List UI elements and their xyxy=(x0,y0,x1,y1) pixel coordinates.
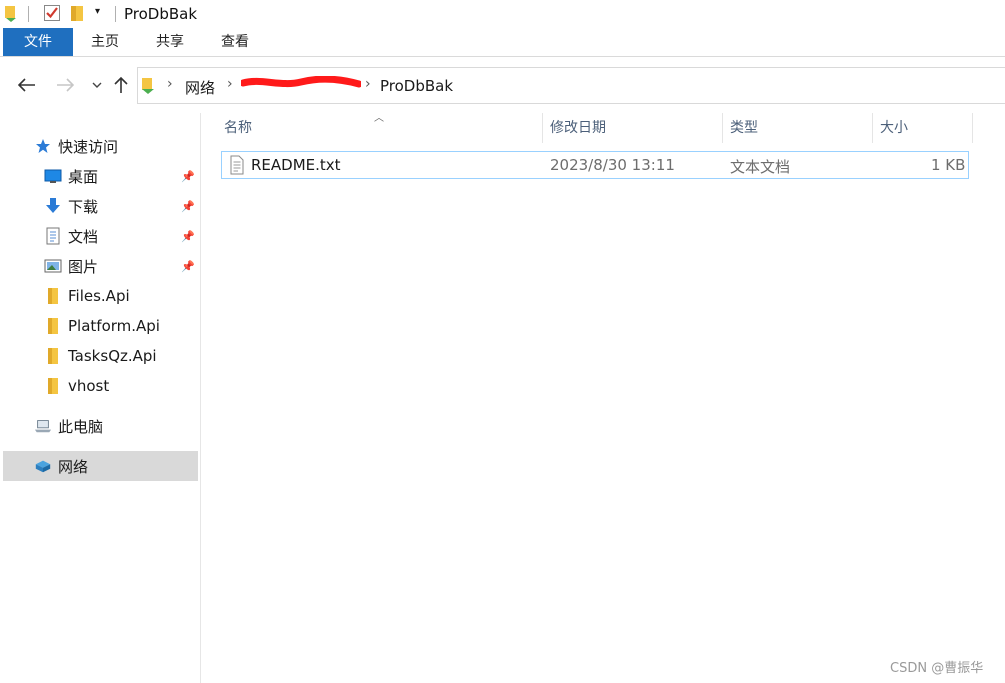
divider xyxy=(115,6,116,22)
sidebar-item-label: TasksQz.Api xyxy=(68,347,157,365)
customize-qat-icon[interactable]: ▾ xyxy=(95,6,100,17)
redaction-mark xyxy=(241,76,361,88)
folder-icon xyxy=(44,287,62,305)
up-arrow-icon xyxy=(114,76,128,93)
pin-icon[interactable]: 📌 xyxy=(181,200,195,213)
breadcrumb-current[interactable]: ProDbBak xyxy=(380,77,453,95)
explorer-icon[interactable] xyxy=(3,4,19,26)
pictures-icon xyxy=(44,257,62,275)
sidebar-item-label: 图片 xyxy=(68,257,99,276)
table-row[interactable]: README.txt 2023/8/30 13:11 文本文档 1 KB xyxy=(221,151,969,179)
column-divider[interactable] xyxy=(542,113,543,143)
sidebar-item-label: Platform.Api xyxy=(68,317,160,335)
file-list: ︿ 名称 修改日期 类型 大小 README.txt 2023/8/30 13:… xyxy=(202,113,1005,683)
folder-icon xyxy=(44,317,62,335)
tab-file[interactable]: 文件 xyxy=(3,28,73,56)
breadcrumb-separator-icon[interactable]: › xyxy=(227,76,233,92)
column-name[interactable]: 名称 xyxy=(220,113,542,143)
breadcrumb-separator-icon[interactable]: › xyxy=(365,76,371,92)
sidebar-item-label: 快速访问 xyxy=(58,137,119,156)
column-divider[interactable] xyxy=(972,113,973,143)
sidebar-item-documents[interactable]: 文档 📌 xyxy=(3,221,198,251)
column-divider[interactable] xyxy=(722,113,723,143)
folder-icon xyxy=(44,377,62,395)
sidebar-item-folder[interactable]: vhost xyxy=(3,371,198,401)
breadcrumb-separator-icon[interactable]: › xyxy=(167,76,173,92)
sidebar-item-label: 下载 xyxy=(68,197,99,216)
sidebar-item-folder[interactable]: Files.Api xyxy=(3,281,198,311)
window-title: ProDbBak xyxy=(124,5,198,23)
file-name: README.txt xyxy=(251,156,341,174)
folder-icon xyxy=(44,347,62,365)
tab-share[interactable]: 共享 xyxy=(143,28,197,56)
pin-icon[interactable]: 📌 xyxy=(181,230,195,243)
desktop-icon xyxy=(44,167,62,185)
tab-view[interactable]: 查看 xyxy=(208,28,262,56)
forward-arrow-icon xyxy=(57,78,74,92)
column-divider[interactable] xyxy=(872,113,873,143)
network-folder-icon xyxy=(140,75,156,99)
column-modified[interactable]: 修改日期 xyxy=(546,113,722,143)
sidebar-item-label: 文档 xyxy=(68,227,99,246)
back-arrow-icon xyxy=(18,78,35,92)
properties-icon[interactable] xyxy=(43,4,61,26)
star-icon xyxy=(34,137,52,155)
forward-button[interactable] xyxy=(54,73,76,97)
sidebar-item-label: Files.Api xyxy=(68,287,130,305)
sidebar-item-desktop[interactable]: 桌面 📌 xyxy=(3,161,198,191)
column-type[interactable]: 类型 xyxy=(726,113,872,143)
sidebar-item-quick-access[interactable]: 快速访问 xyxy=(3,131,198,161)
download-icon xyxy=(44,197,62,215)
title-bar: ▾ ProDbBak xyxy=(0,0,1005,28)
file-size: 1 KB xyxy=(931,156,966,174)
file-modified: 2023/8/30 13:11 xyxy=(550,156,675,174)
sidebar-item-network[interactable]: 网络 xyxy=(3,451,198,481)
tab-home[interactable]: 主页 xyxy=(78,28,132,56)
navigation-bar: › 网络 › › ProDbBak xyxy=(0,57,1005,113)
sidebar-item-downloads[interactable]: 下载 📌 xyxy=(3,191,198,221)
network-icon xyxy=(34,457,52,475)
recent-locations-button[interactable] xyxy=(86,73,108,97)
ribbon-tabs: 文件 主页 共享 查看 xyxy=(0,28,1005,57)
breadcrumb-network[interactable]: 网络 xyxy=(185,77,215,98)
sidebar-item-label: 网络 xyxy=(58,457,89,476)
sidebar-item-label: 此电脑 xyxy=(58,417,104,436)
file-type: 文本文档 xyxy=(730,158,791,176)
sidebar-item-folder[interactable]: Platform.Api xyxy=(3,311,198,341)
column-size[interactable]: 大小 xyxy=(876,113,972,143)
sidebar-item-folder[interactable]: TasksQz.Api xyxy=(3,341,198,371)
sidebar-item-label: vhost xyxy=(68,377,110,395)
sidebar-item-this-pc[interactable]: 此电脑 xyxy=(3,411,198,441)
pin-icon[interactable]: 📌 xyxy=(181,260,195,273)
sidebar-item-label: 桌面 xyxy=(68,167,99,186)
computer-icon xyxy=(34,417,52,435)
column-header: 名称 修改日期 类型 大小 xyxy=(220,113,975,143)
up-button[interactable] xyxy=(110,73,132,97)
new-folder-icon[interactable] xyxy=(70,4,84,26)
text-file-icon xyxy=(230,155,244,179)
documents-icon xyxy=(44,227,62,245)
divider xyxy=(28,6,29,22)
back-button[interactable] xyxy=(16,73,38,97)
navigation-pane: 快速访问 桌面 📌 下载 📌 文档 📌 图片 📌 Files.Api Platf… xyxy=(0,113,201,683)
watermark: CSDN @曹振华 xyxy=(890,661,984,676)
pin-icon[interactable]: 📌 xyxy=(181,170,195,183)
chevron-down-icon xyxy=(92,82,102,88)
sidebar-item-pictures[interactable]: 图片 📌 xyxy=(3,251,198,281)
